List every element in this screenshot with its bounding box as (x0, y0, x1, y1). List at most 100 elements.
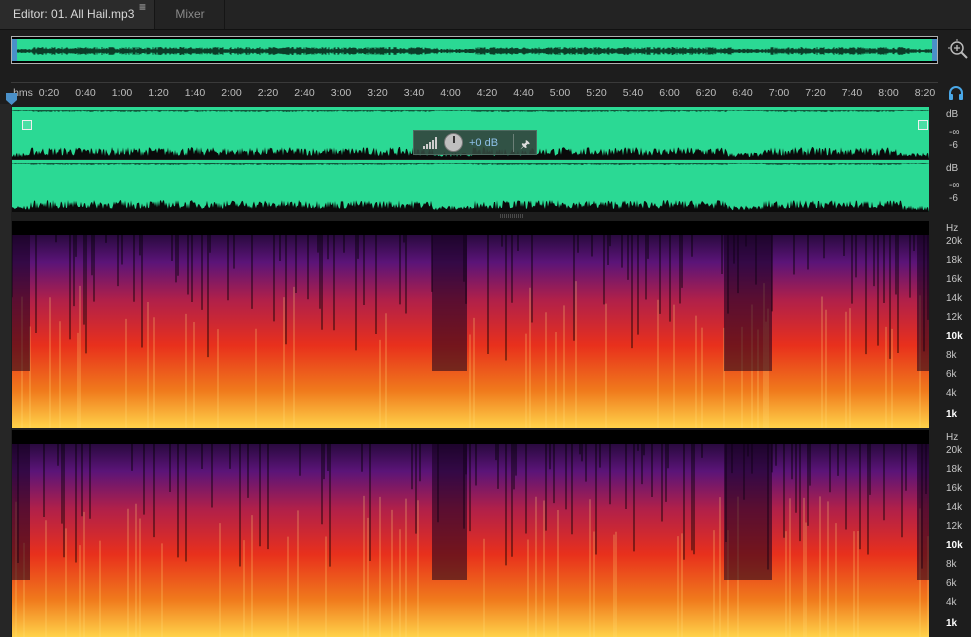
time-tick-label: 3:40 (403, 87, 425, 99)
time-tick-label: 2:40 (294, 87, 315, 99)
overview-navigator[interactable] (11, 36, 938, 64)
overview-right-handle[interactable] (932, 39, 937, 61)
db-label-6-2: -6 (949, 193, 958, 204)
frequency-label: 8k (946, 350, 957, 361)
waveform-channel-right[interactable] (12, 160, 929, 212)
spectrogram-quiet-region (724, 430, 772, 580)
frequency-ruler-right: Hz 20k 18k 16k 14k 12k 10k 8k 6k 4k 1k (941, 430, 971, 637)
hz-unit-label: Hz (946, 432, 959, 443)
frequency-ruler-left: Hz 20k 18k 16k 14k 12k 10k 8k 6k 4k 1k (941, 221, 971, 428)
spectrogram-quiet-region (12, 430, 30, 580)
volume-hud: +0 dB 🖈 (413, 130, 537, 155)
vertical-scroll-gutter (0, 104, 11, 637)
overview-waveform-graphic (13, 47, 937, 55)
overview-left-handle[interactable] (12, 39, 17, 61)
time-tick-label: 3:00 (330, 87, 352, 99)
pin-icon[interactable]: 🖈 (520, 136, 530, 155)
db-unit-label: dB (946, 109, 959, 120)
time-tick-label: 5:20 (586, 87, 607, 99)
tab-editor[interactable]: Editor: 01. All Hail.mp3 (0, 0, 155, 29)
time-tick-label: 2:00 (221, 87, 242, 99)
frequency-label: 16k (946, 274, 963, 285)
time-tick-label: 2:20 (257, 87, 279, 99)
waveform-envelope (12, 200, 929, 212)
time-tick-label: 8:00 (878, 87, 899, 99)
frequency-label: 14k (946, 293, 963, 304)
frequency-label: 10k (946, 331, 963, 342)
frequency-label: 12k (946, 312, 963, 323)
spectral-display-left[interactable] (12, 221, 929, 428)
waveform-top-trace (12, 163, 929, 165)
volume-knob[interactable] (444, 133, 463, 152)
time-tick-label: 8:20 (914, 87, 936, 99)
spectrogram-left-graphic (12, 221, 929, 428)
time-tick-label: 4:40 (513, 87, 534, 99)
frequency-label: 12k (946, 521, 963, 532)
frequency-label: 4k (946, 597, 957, 608)
fade-in-handle[interactable] (22, 120, 32, 130)
time-tick-label: 3:20 (367, 87, 388, 99)
spectrogram-right-graphic (12, 430, 929, 637)
waveform-right-graphic (12, 163, 929, 212)
frequency-label: 1k (946, 409, 958, 420)
frequency-label: 8k (946, 559, 957, 570)
frequency-label: 6k (946, 369, 957, 380)
time-tick-label: 4:00 (440, 87, 461, 99)
time-tick-label: 6:40 (732, 87, 753, 99)
waveform-top-trace (12, 110, 929, 112)
panel-resize-grip[interactable] (500, 214, 524, 218)
frequency-label: 20k (946, 445, 963, 456)
time-tick-label: 5:00 (549, 87, 571, 99)
headphones-icon[interactable] (948, 86, 964, 100)
panel-tab-bar: Editor: 01. All Hail.mp3 ≡ Mixer (0, 0, 971, 30)
spectrogram-top-band (12, 221, 929, 235)
time-tick-label: 5:40 (622, 87, 644, 99)
spectrogram-quiet-region (432, 430, 467, 580)
hud-divider (513, 134, 514, 152)
time-tick-label: 1:40 (184, 87, 206, 99)
time-tick-label: 0:20 (38, 87, 60, 99)
spectrogram-quiet-region (724, 221, 772, 371)
time-tick-label: 6:20 (695, 87, 717, 99)
time-tick-label: 7:40 (841, 87, 863, 99)
time-tick-label: 1:00 (111, 87, 133, 99)
frequency-label: 16k (946, 483, 963, 494)
zoom-in-icon[interactable] (947, 38, 969, 60)
db-label-inf-2: -∞ (949, 180, 960, 191)
time-tick-label: 0:40 (75, 87, 96, 99)
spectral-display-right[interactable] (12, 430, 929, 637)
db-unit-label-2: dB (946, 163, 959, 174)
overview-waveform-trace (13, 47, 937, 55)
frequency-label: 10k (946, 540, 963, 551)
panel-menu-icon[interactable]: ≡ (139, 0, 149, 14)
time-ruler[interactable]: hms 0:20 0:40 1:00 1:20 1:40 2:00 2:20 2:40 3:00… (11, 82, 938, 105)
spectrogram-quiet-region (917, 430, 929, 580)
frequency-label: 6k (946, 578, 957, 589)
db-label-inf: -∞ (949, 127, 960, 138)
hz-unit-label: Hz (946, 223, 959, 234)
frequency-label: 1k (946, 618, 958, 629)
level-bars-icon (423, 137, 437, 149)
time-tick-label: 1:20 (148, 87, 169, 99)
spectrogram-quiet-region (432, 221, 467, 371)
amplitude-ruler: dB -∞ -6 dB -∞ -6 (941, 107, 971, 213)
time-tick-label: 4:20 (476, 87, 498, 99)
tab-mixer-label: Mixer (175, 7, 205, 21)
spectrogram-quiet-region (12, 221, 30, 371)
tab-mixer[interactable]: Mixer (156, 0, 225, 29)
frequency-label: 18k (946, 464, 963, 475)
time-tick-label: 7:20 (805, 87, 826, 99)
spectrogram-quiet-region (917, 221, 929, 371)
volume-value[interactable]: +0 dB (469, 137, 498, 149)
frequency-label: 14k (946, 502, 963, 513)
frequency-label: 18k (946, 255, 963, 266)
time-tick-label: 6:00 (659, 87, 680, 99)
frequency-label: 20k (946, 236, 963, 247)
fade-out-handle[interactable] (918, 120, 928, 130)
tab-editor-label: Editor: 01. All Hail.mp3 (13, 7, 135, 21)
overview-waveform (13, 39, 937, 61)
time-tick-label: 7:00 (768, 87, 790, 99)
frequency-label: 4k (946, 388, 957, 399)
db-label-6: -6 (949, 140, 958, 151)
spectrogram-top-band (12, 430, 929, 444)
